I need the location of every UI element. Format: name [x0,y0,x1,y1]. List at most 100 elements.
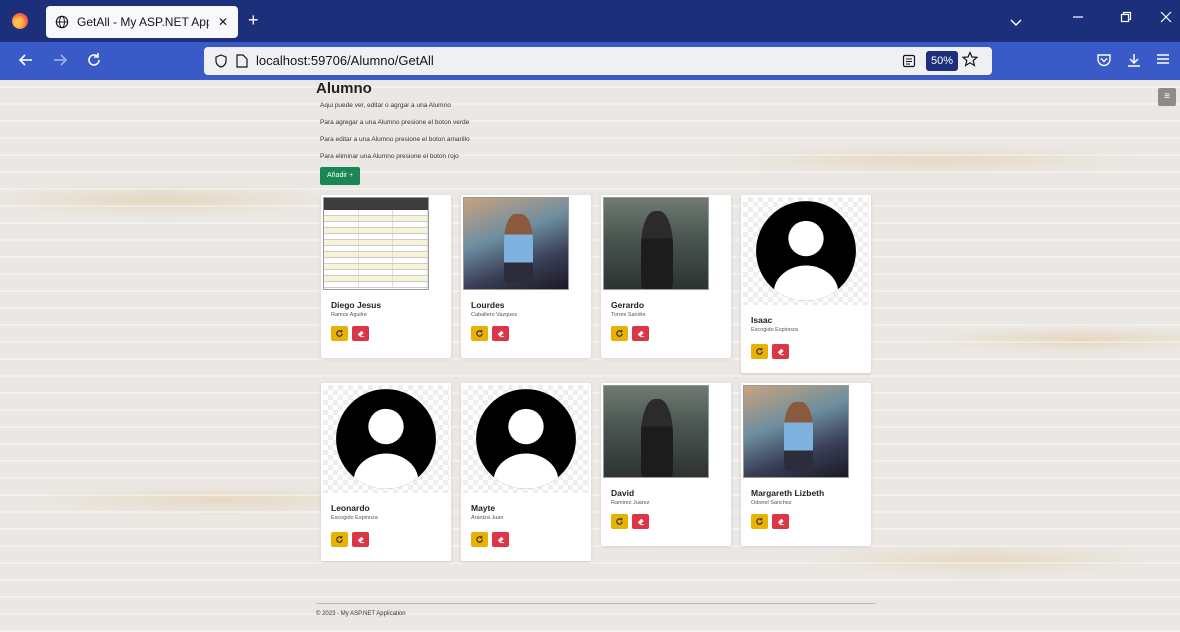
student-card: David Ramirez Juarez [601,383,731,546]
eraser-icon [497,536,505,544]
page-title: Alumno [316,80,372,97]
page-content: ≡ Alumno Aqui puede ver, editar o agrgar… [0,80,1180,632]
restore-icon[interactable] [1116,10,1136,26]
student-photo [323,197,429,290]
menu-icon[interactable] [1156,52,1170,71]
refresh-icon [756,517,763,525]
student-photo [743,385,849,478]
delete-button[interactable] [632,326,649,341]
refresh-icon [616,329,623,337]
shield-icon[interactable] [214,54,228,73]
edit-button[interactable] [331,326,348,341]
list-all-tabs-icon[interactable] [1010,14,1022,32]
tab-title: GetAll - My ASP.NET Applicatio [77,15,209,29]
delete-button[interactable] [352,326,369,341]
add-alumno-button[interactable]: Añadir + [320,167,361,185]
instruction-line: Para editar a una Alumno presione el bot… [320,136,470,143]
reload-icon[interactable] [86,52,102,73]
default-avatar-icon [756,201,856,301]
student-card: Lourdes Caballero Vazques [461,195,591,358]
refresh-icon [476,535,483,543]
eraser-icon [637,330,645,338]
student-card: Gerardo Torres Sandre [601,195,731,358]
student-card: Diego Jesus Ramos Aguilre [321,195,451,358]
star-icon[interactable] [961,51,979,72]
student-photo [323,385,449,493]
eraser-icon [777,518,785,526]
sidebar-menu-icon[interactable]: ≡ [1158,88,1176,106]
forward-icon[interactable] [52,52,68,73]
edit-button[interactable] [611,326,628,341]
new-tab-button[interactable]: + [248,11,259,29]
globe-icon [54,14,70,30]
edit-button[interactable] [751,514,768,529]
edit-button[interactable] [471,326,488,341]
delete-button[interactable] [492,532,509,547]
refresh-icon [336,329,343,337]
browser-tab[interactable]: GetAll - My ASP.NET Applicatio ✕ [46,6,238,38]
edit-button[interactable] [611,514,628,529]
student-name: David [611,488,635,498]
minimize-icon[interactable] [1068,10,1088,26]
student-name: Diego Jesus [331,300,382,310]
delete-button[interactable] [492,326,509,341]
back-icon[interactable] [18,52,34,73]
student-photo [603,197,709,290]
instruction-line: Aqui puede ver, editar o agrgar a una Al… [320,102,451,109]
edit-button[interactable] [751,344,768,359]
browser-tab-bar: GetAll - My ASP.NET Applicatio ✕ + [0,0,1180,42]
instruction-line: Para eliminar una Alumno presione el bot… [320,153,459,160]
student-surname: Escogido Espinoza [751,327,798,333]
footer-copyright: © 2023 - My ASP.NET Application [316,611,406,617]
close-tab-icon[interactable]: ✕ [216,15,230,29]
student-surname: Arantza Juan [471,515,504,521]
student-name: Leonardo [331,503,370,513]
edit-button[interactable] [331,532,348,547]
pocket-icon[interactable] [1096,52,1112,73]
refresh-icon [616,517,623,525]
student-surname: Odonel Sanchez [751,500,792,506]
student-name: Lourdes [471,300,505,310]
eraser-icon [357,536,365,544]
student-card: Margareth Lizbeth Odonel Sanchez [741,383,871,546]
student-photo [463,197,569,290]
eraser-icon [637,518,645,526]
default-avatar-icon [476,389,576,489]
eraser-icon [497,330,505,338]
browser-nav-bar: localhost:59706/Alumno/GetAll 50% [0,42,1180,80]
download-icon[interactable] [1126,52,1142,73]
footer-divider [316,603,876,604]
reader-view-icon[interactable] [902,54,916,73]
student-surname: Escogido Espinoza [331,515,378,521]
close-window-icon[interactable] [1156,10,1176,26]
eraser-icon [357,330,365,338]
student-card: Mayte Arantza Juan [461,383,591,561]
url-text: localhost:59706/Alumno/GetAll [256,53,434,68]
url-bar[interactable]: localhost:59706/Alumno/GetAll 50% [204,47,992,75]
eraser-icon [777,348,785,356]
student-card: Leonardo Escogido Espinoza [321,383,451,561]
firefox-logo-icon[interactable] [12,13,28,29]
student-name: Margareth Lizbeth [751,488,825,498]
default-avatar-icon [336,389,436,489]
delete-button[interactable] [772,514,789,529]
student-surname: Ramirez Juarez [611,500,650,506]
student-name: Isaac [751,315,773,325]
student-photo [743,197,869,305]
instruction-line: Para agregar a una Alumno presione el bo… [320,119,470,126]
delete-button[interactable] [772,344,789,359]
edit-button[interactable] [471,532,488,547]
student-photo [463,385,589,493]
student-name: Gerardo [611,300,645,310]
refresh-icon [756,347,763,355]
refresh-icon [476,329,483,337]
student-card: Isaac Escogido Espinoza [741,195,871,373]
student-photo [603,385,709,478]
refresh-icon [336,535,343,543]
delete-button[interactable] [352,532,369,547]
zoom-level-badge[interactable]: 50% [926,51,959,71]
student-surname: Ramos Aguilre [331,312,367,318]
student-name: Mayte [471,503,496,513]
delete-button[interactable] [632,514,649,529]
student-surname: Torres Sandre [611,312,646,318]
